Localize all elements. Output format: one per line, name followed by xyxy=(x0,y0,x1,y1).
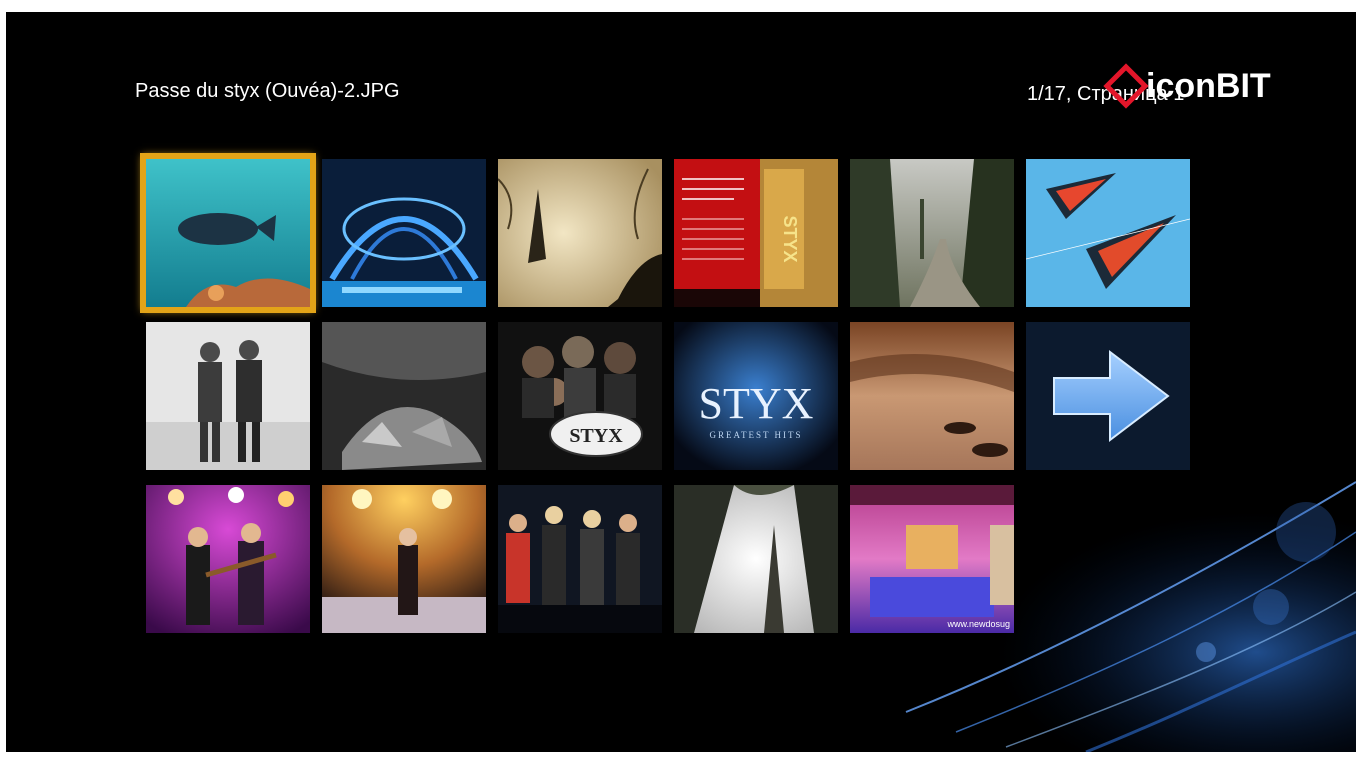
photo-icon xyxy=(498,159,662,307)
photo-icon xyxy=(1026,159,1190,307)
photo-icon xyxy=(850,322,1014,470)
sepia-beach-thumbnail[interactable] xyxy=(850,322,1014,470)
underwater-fish-thumbnail[interactable] xyxy=(140,153,316,313)
next-page-arrow-tile[interactable] xyxy=(1026,322,1190,470)
arrow-right-icon xyxy=(1026,322,1190,470)
concert-stage-lights-thumbnail[interactable] xyxy=(322,485,486,633)
bw-debris-thumbnail[interactable] xyxy=(322,322,486,470)
greatest-hits-title: STYX xyxy=(699,379,814,428)
photo-icon xyxy=(146,159,310,307)
glass-dome-thumbnail[interactable] xyxy=(322,159,486,307)
photo-icon xyxy=(322,485,486,633)
band-cover-logo: STYX xyxy=(569,425,623,447)
dvd-text: STYX xyxy=(780,215,800,262)
pool-watermark: www.newdosug xyxy=(946,619,1010,629)
media-browser-screen: Passe du styx (Ouvéa)-2.JPG 1/17, Страни… xyxy=(6,12,1356,752)
band-on-stage-thumbnail[interactable] xyxy=(498,485,662,633)
tall-trees-fog-thumbnail[interactable] xyxy=(674,485,838,633)
brand-diamond-icon xyxy=(1103,63,1149,109)
brand-logo: iconBIT xyxy=(1103,63,1271,109)
photo-icon xyxy=(850,159,1014,307)
photo-icon xyxy=(322,159,486,307)
photo-icon: www.newdosug xyxy=(850,485,1014,633)
photo-icon xyxy=(146,322,310,470)
styx-dvd-cover-thumbnail[interactable]: STYX xyxy=(674,159,838,307)
concert-guitarists-thumbnail[interactable] xyxy=(146,485,310,633)
photo-icon xyxy=(146,485,310,633)
forest-road-thumbnail[interactable] xyxy=(850,159,1014,307)
photo-icon: STYX GREATEST HITS xyxy=(674,322,838,470)
photo-icon xyxy=(322,322,486,470)
photo-icon xyxy=(498,485,662,633)
photo-icon xyxy=(674,485,838,633)
greatest-hits-subtitle: GREATEST HITS xyxy=(709,430,802,440)
selected-filename: Passe du styx (Ouvéa)-2.JPG xyxy=(135,80,400,102)
kites-sky-thumbnail[interactable] xyxy=(1026,159,1190,307)
styx-greatest-hits-thumbnail[interactable]: STYX GREATEST HITS xyxy=(674,322,838,470)
photo-icon: STYX xyxy=(498,322,662,470)
misty-lake-figure-thumbnail[interactable] xyxy=(498,159,662,307)
two-soldiers-bw-thumbnail[interactable] xyxy=(146,322,310,470)
brand-name: iconBIT xyxy=(1146,66,1271,105)
neon-pool-room-thumbnail[interactable]: www.newdosug xyxy=(850,485,1014,633)
styx-band-cover-thumbnail[interactable]: STYX xyxy=(498,322,662,470)
photo-icon: STYX xyxy=(674,159,838,307)
